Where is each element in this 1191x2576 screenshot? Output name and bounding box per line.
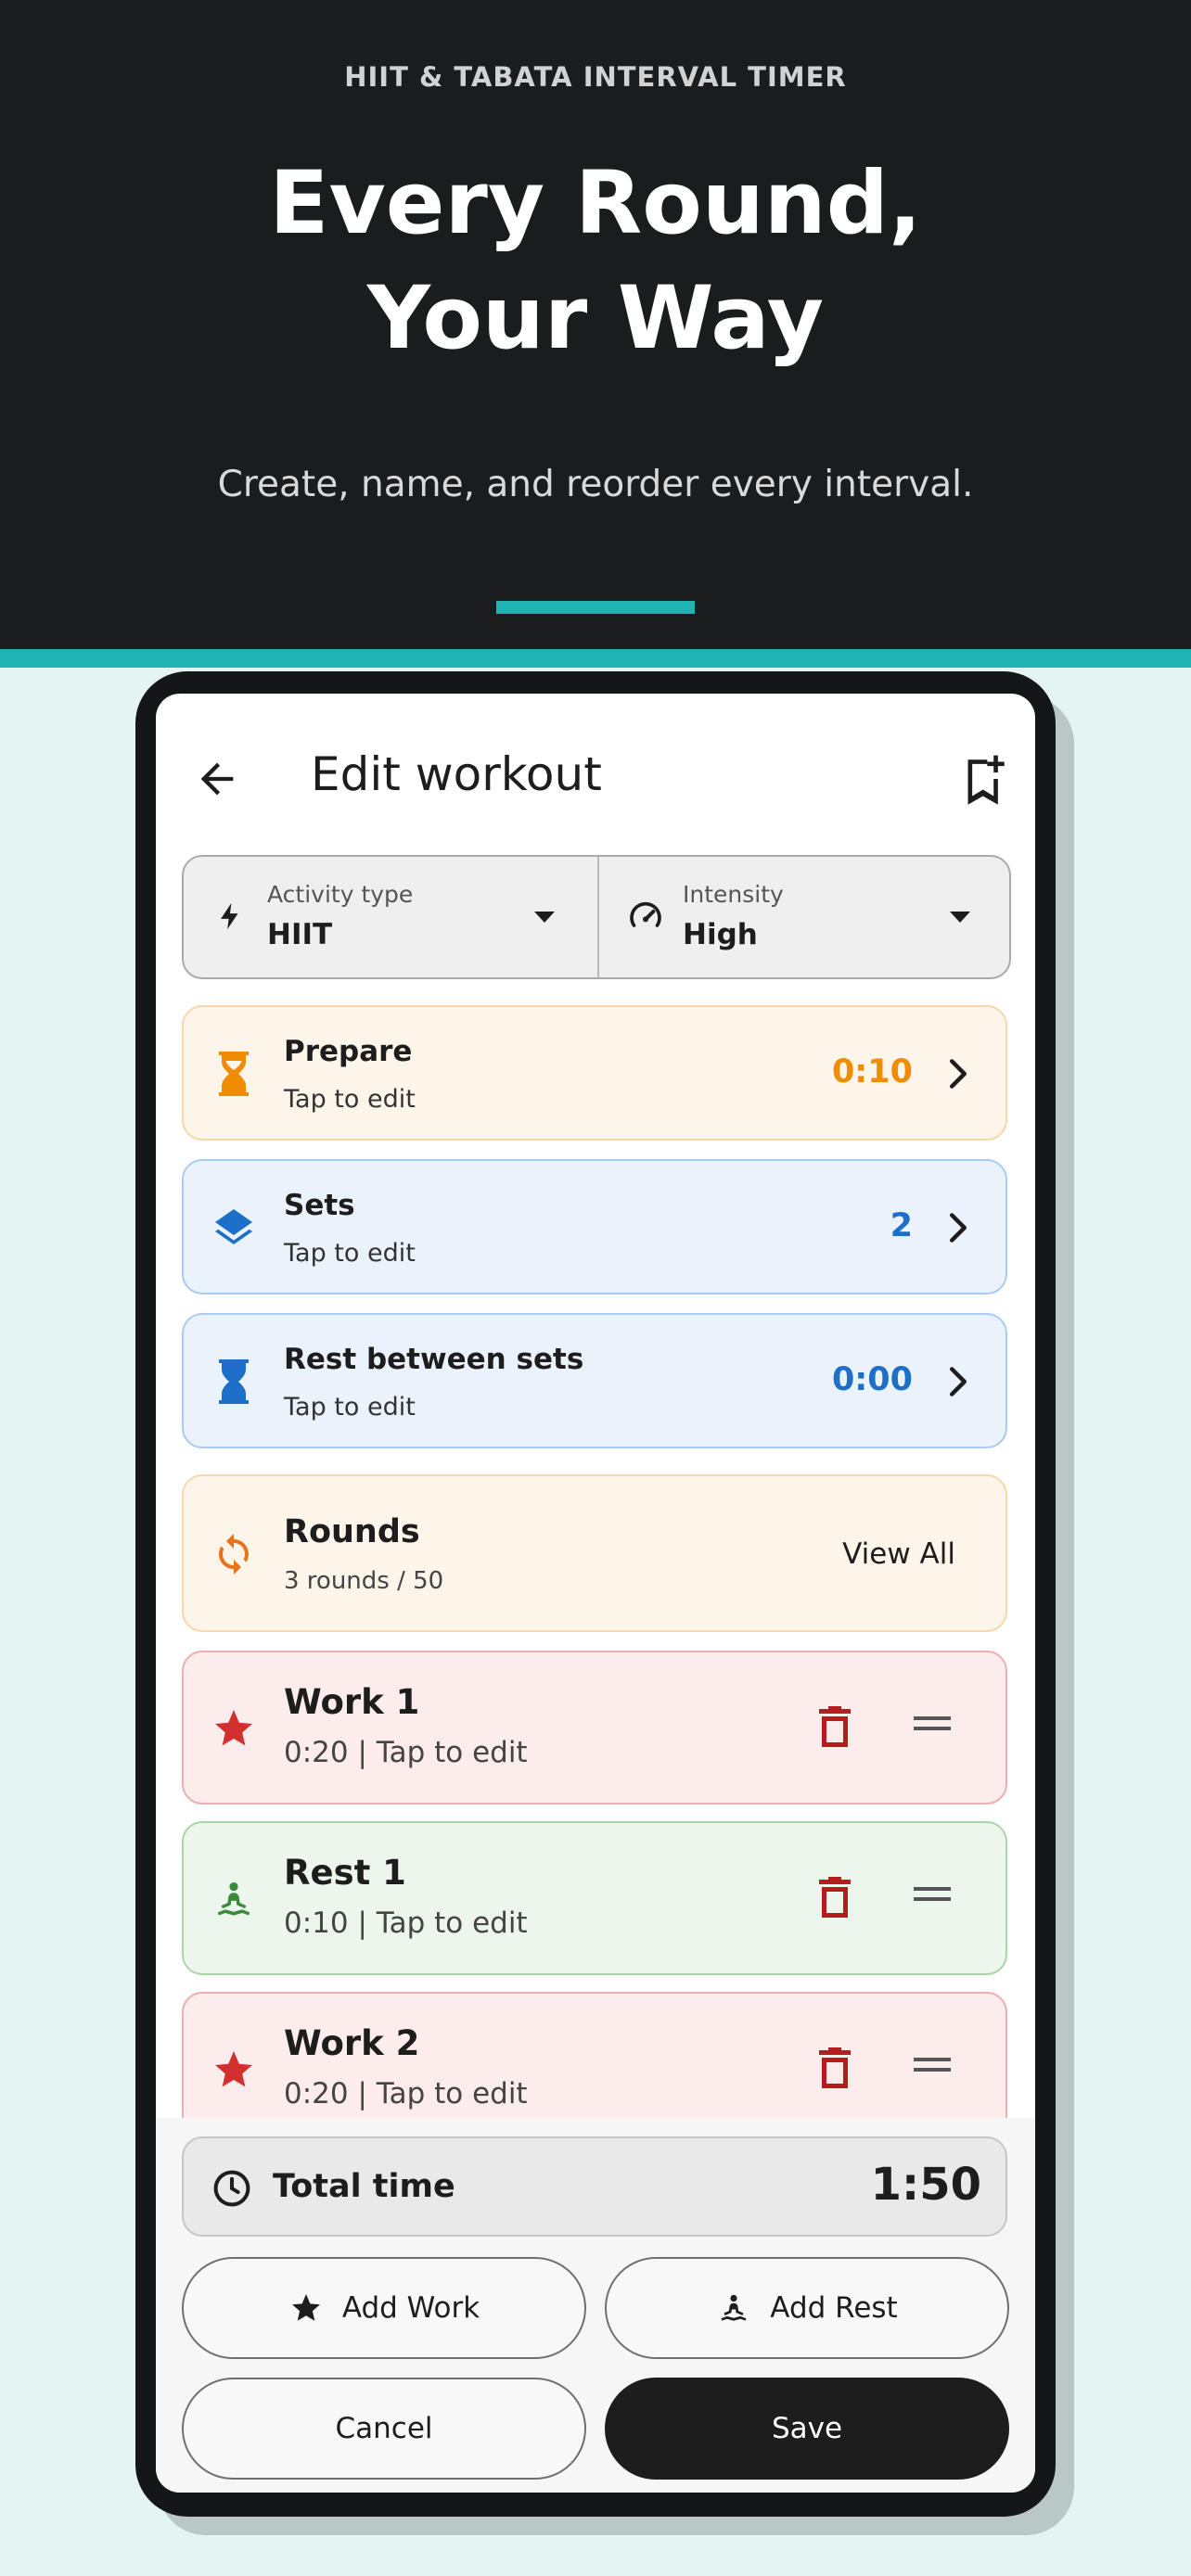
cancel-button[interactable]: Cancel — [182, 2378, 586, 2480]
interval-subtitle: 0:20 | Tap to edit — [284, 2077, 528, 2111]
activity-type-value: HIIT — [267, 918, 333, 951]
trash-icon[interactable] — [816, 1875, 853, 1919]
hero-headline-line-2: Your Way — [366, 268, 825, 369]
prepare-title: Prepare — [284, 1035, 413, 1068]
add-work-label: Add Work — [341, 2291, 480, 2325]
hourglass-icon — [208, 1356, 260, 1408]
save-label: Save — [771, 2412, 843, 2445]
meditation-icon — [716, 2290, 751, 2326]
prepare-value: 0:10 — [831, 1053, 913, 1090]
total-time-label: Total time — [273, 2168, 455, 2205]
bookmark-add-icon[interactable] — [959, 751, 1011, 807]
star-icon — [208, 2044, 260, 2096]
hero-banner: HIIT & TABATA INTERVAL TIMER Every Round… — [0, 0, 1191, 649]
repeat-icon — [208, 1528, 260, 1580]
hero-headline: Every Round, Your Way — [0, 147, 1191, 376]
interval-title: Work 1 — [284, 1682, 420, 1722]
clock-icon — [211, 2168, 252, 2209]
activity-type-label: Activity type — [267, 881, 414, 908]
hourglass-icon — [208, 1048, 260, 1100]
drag-handle-icon[interactable] — [913, 2055, 952, 2075]
phone-screen: Edit workout Activity type HIIT Intensit… — [156, 694, 1035, 2493]
interval-title: Work 2 — [284, 2023, 420, 2063]
intensity-label: Intensity — [683, 881, 784, 908]
chevron-right-icon — [946, 1055, 970, 1092]
hero-eyebrow: HIIT & TABATA INTERVAL TIMER — [344, 61, 847, 93]
caret-down-icon — [946, 907, 974, 927]
rounds-count: 3 rounds / 50 — [284, 1567, 444, 1595]
sets-title: Sets — [284, 1189, 355, 1222]
star-icon — [208, 1702, 260, 1754]
caret-down-icon — [531, 907, 558, 927]
intensity-value: High — [683, 918, 758, 951]
hero-underline — [496, 601, 695, 614]
interval-title: Rest 1 — [284, 1853, 406, 1893]
add-rest-button[interactable]: Add Rest — [605, 2257, 1009, 2359]
sets-subtitle: Tap to edit — [284, 1239, 416, 1268]
rest-between-sets-value: 0:00 — [831, 1361, 913, 1398]
add-rest-label: Add Rest — [770, 2291, 898, 2325]
hero-headline-line-1: Every Round, — [269, 153, 922, 254]
star-icon — [288, 2290, 324, 2326]
cancel-label: Cancel — [335, 2412, 433, 2445]
prepare-setting-card[interactable]: Prepare Tap to edit 0:10 — [182, 1005, 1007, 1141]
interval-subtitle: 0:10 | Tap to edit — [284, 1906, 528, 1940]
sets-setting-card[interactable]: Sets Tap to edit 2 — [182, 1159, 1007, 1294]
trash-icon[interactable] — [816, 1704, 853, 1749]
rest-between-sets-title: Rest between sets — [284, 1343, 584, 1376]
chevron-right-icon — [946, 1363, 970, 1400]
bottom-action-panel: Total time 1:50 Add Work Add Rest Cancel — [156, 2118, 1035, 2493]
trash-icon[interactable] — [816, 2046, 853, 2090]
layers-icon — [208, 1202, 260, 1254]
page-title: Edit workout — [311, 747, 602, 801]
intensity-dropdown[interactable]: Intensity High — [597, 857, 1009, 977]
rounds-title: Rounds — [284, 1513, 420, 1550]
interval-work-1[interactable]: Work 1 0:20 | Tap to edit — [182, 1651, 1007, 1804]
activity-type-dropdown[interactable]: Activity type HIIT — [184, 857, 596, 977]
total-time-value: 1:50 — [870, 2159, 981, 2211]
hero-accent-bar — [0, 649, 1191, 668]
meditation-icon — [208, 1873, 260, 1925]
total-time-box: Total time 1:50 — [182, 2136, 1007, 2237]
hero-subhead: Create, name, and reorder every interval… — [217, 464, 974, 505]
rest-between-sets-card[interactable]: Rest between sets Tap to edit 0:00 — [182, 1313, 1007, 1448]
workout-type-dropdowns: Activity type HIIT Intensity High — [182, 855, 1011, 979]
sets-value: 2 — [890, 1207, 913, 1244]
save-button[interactable]: Save — [605, 2378, 1009, 2480]
prepare-subtitle: Tap to edit — [284, 1085, 416, 1114]
interval-subtitle: 0:20 | Tap to edit — [284, 1736, 528, 1769]
chevron-right-icon — [946, 1209, 970, 1246]
rounds-header-card: Rounds 3 rounds / 50 View All — [182, 1474, 1007, 1632]
bolt-icon — [211, 898, 249, 935]
speedometer-icon — [627, 898, 664, 935]
add-work-button[interactable]: Add Work — [182, 2257, 586, 2359]
drag-handle-icon[interactable] — [913, 1884, 952, 1905]
arrow-left-icon[interactable] — [193, 755, 241, 803]
view-all-rounds-button[interactable]: View All — [842, 1537, 955, 1571]
drag-handle-icon[interactable] — [913, 1714, 952, 1734]
interval-rest-1[interactable]: Rest 1 0:10 | Tap to edit — [182, 1821, 1007, 1975]
rest-between-sets-subtitle: Tap to edit — [284, 1393, 416, 1422]
